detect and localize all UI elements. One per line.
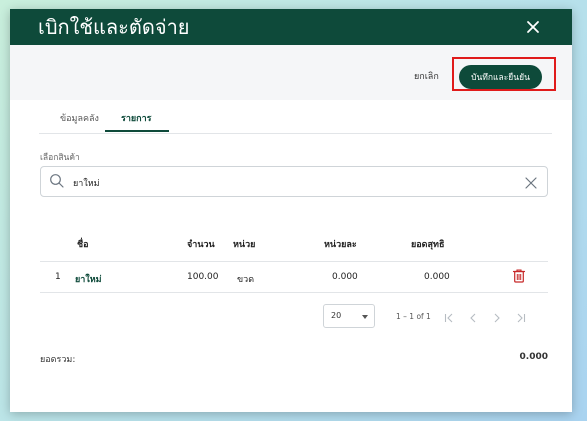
tab-inventory-info[interactable]: ข้อมูลคลัง	[60, 111, 99, 125]
active-tab-indicator	[105, 130, 169, 132]
dropdown-caret-icon	[362, 315, 368, 319]
next-page-icon[interactable]	[490, 310, 504, 324]
trash-icon[interactable]	[512, 268, 526, 284]
row-net-amount: 0.000	[424, 272, 450, 282]
search-icon	[49, 173, 65, 189]
close-icon[interactable]	[522, 16, 544, 38]
table-header: ชื่อ จำนวน หน่วย หน่วยละ ยอดสุทธิ	[40, 237, 548, 262]
first-page-icon[interactable]	[442, 310, 456, 324]
tab-items[interactable]: รายการ	[121, 111, 152, 125]
last-page-icon[interactable]	[514, 310, 528, 324]
row-unit-price: 0.000	[332, 272, 358, 282]
tab-bar: ข้อมูลคลัง รายการ	[39, 109, 552, 134]
column-header-net-amount: ยอดสุทธิ	[411, 240, 445, 250]
rows-per-page-value: 20	[331, 311, 342, 320]
product-select-label: เลือกสินค้า	[40, 153, 80, 163]
column-header-name: ชื่อ	[77, 240, 89, 250]
action-toolbar: ยกเลิก บันทึกและยืนยัน	[10, 45, 572, 100]
row-unit: ขวด	[237, 275, 255, 285]
product-search-input[interactable]: ยาใหม่	[40, 166, 548, 197]
column-header-quantity: จำนวน	[187, 240, 215, 250]
column-header-unit: หน่วย	[233, 240, 256, 250]
grand-total-value: 0.000	[519, 352, 548, 362]
save-confirm-button[interactable]: บันทึกและยืนยัน	[459, 65, 542, 89]
row-product-name[interactable]: ยาใหม่	[75, 272, 102, 286]
rows-per-page-select[interactable]: 20	[323, 304, 375, 328]
row-index: 1	[55, 272, 61, 282]
pagination-range: 1 – 1 of 1	[396, 312, 431, 321]
cancel-button[interactable]: ยกเลิก	[414, 69, 439, 83]
clear-icon[interactable]	[524, 175, 538, 189]
dialog-title: เบิกใช้และตัดจ่าย	[38, 15, 190, 39]
dialog-header: เบิกใช้และตัดจ่าย	[10, 9, 572, 45]
column-header-unit-price: หน่วยละ	[324, 240, 357, 250]
product-search-value: ยาใหม่	[73, 179, 100, 189]
row-quantity: 100.00	[187, 272, 219, 282]
prev-page-icon[interactable]	[466, 310, 480, 324]
grand-total-label: ยอดรวม:	[40, 355, 76, 365]
table-row: 1 ยาใหม่ 100.00 ขวด 0.000 0.000	[40, 264, 548, 293]
withdraw-dialog: เบิกใช้และตัดจ่าย ยกเลิก บันทึกและยืนยัน…	[10, 9, 572, 412]
